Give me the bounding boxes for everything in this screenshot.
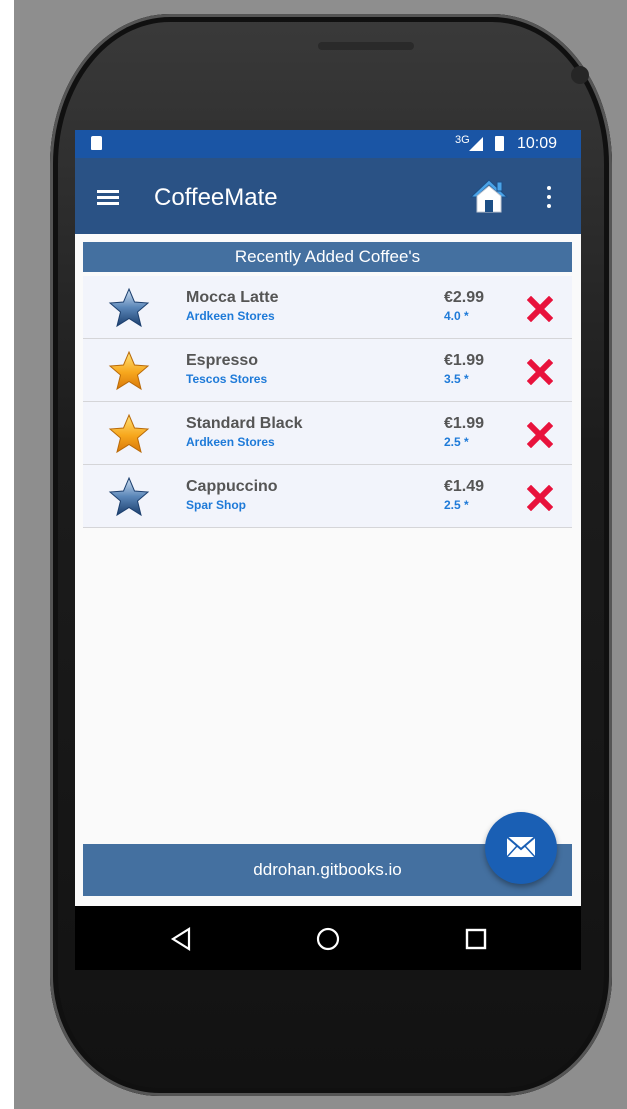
coffee-row[interactable]: Espresso Tescos Stores €1.99 3.5 * (83, 339, 572, 402)
coffee-row[interactable]: Standard Black Ardkeen Stores €1.99 2.5 … (83, 402, 572, 465)
back-triangle-icon[interactable] (169, 926, 195, 952)
delete-icon[interactable] (527, 485, 553, 511)
favourite-star-icon-off[interactable] (107, 476, 151, 518)
email-icon (506, 836, 536, 858)
network-type: 3G (455, 134, 470, 146)
status-time: 10:09 (517, 135, 558, 152)
coffee-price: €1.49 (444, 478, 485, 495)
coffee-price: €1.99 (444, 415, 485, 432)
coffee-price: €1.99 (444, 352, 485, 369)
coffee-price: €2.99 (444, 289, 485, 306)
signal-icon (469, 137, 483, 151)
earpiece-speaker (318, 42, 414, 50)
delete-icon[interactable] (527, 422, 553, 448)
coffee-shop: Spar Shop (186, 498, 247, 512)
system-nav-bar (75, 906, 581, 970)
coffee-name: Mocca Latte (186, 289, 279, 306)
hamburger-menu-icon[interactable] (97, 190, 119, 206)
favourite-star-icon-off[interactable] (107, 287, 151, 329)
phone-screen: 3G 10:09 CoffeeMate Recently Added Coffe… (75, 130, 581, 970)
home-icon[interactable] (469, 176, 509, 216)
front-camera (571, 66, 589, 84)
favourite-star-icon-on[interactable] (107, 413, 151, 455)
coffee-shop: Tescos Stores (186, 372, 268, 386)
app-title: CoffeeMate (154, 184, 278, 211)
coffee-rating: 2.5 * (444, 498, 469, 512)
coffee-list: Mocca Latte Ardkeen Stores €2.99 4.0 * E… (83, 276, 572, 528)
home-circle-icon[interactable] (315, 926, 341, 952)
coffee-rating: 2.5 * (444, 435, 469, 449)
coffee-name: Standard Black (186, 415, 303, 432)
sd-card-icon (91, 136, 102, 150)
recents-square-icon[interactable] (463, 926, 489, 952)
delete-icon[interactable] (527, 296, 553, 322)
delete-icon[interactable] (527, 359, 553, 385)
coffee-shop: Ardkeen Stores (186, 309, 275, 323)
coffee-shop: Ardkeen Stores (186, 435, 275, 449)
email-fab-button[interactable] (485, 812, 557, 884)
coffee-row[interactable]: Cappuccino Spar Shop €1.49 2.5 * (83, 465, 572, 528)
section-header: Recently Added Coffee's (83, 242, 572, 272)
battery-icon (495, 136, 504, 151)
coffee-name: Cappuccino (186, 478, 278, 495)
status-bar: 3G 10:09 (75, 130, 581, 158)
coffee-rating: 3.5 * (444, 372, 469, 386)
favourite-star-icon-on[interactable] (107, 350, 151, 392)
more-vert-icon[interactable] (539, 186, 559, 210)
app-toolbar: CoffeeMate (75, 158, 581, 234)
coffee-name: Espresso (186, 352, 259, 369)
coffee-rating: 4.0 * (444, 309, 469, 323)
coffee-row[interactable]: Mocca Latte Ardkeen Stores €2.99 4.0 * (83, 276, 572, 339)
